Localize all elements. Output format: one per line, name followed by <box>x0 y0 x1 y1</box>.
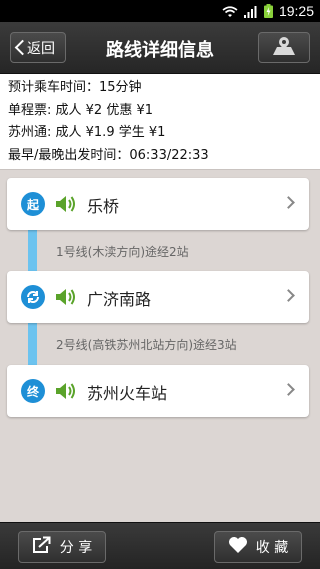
wifi-icon <box>222 4 238 18</box>
share-label: 分 享 <box>59 540 93 556</box>
stop-name: 乐桥 <box>87 197 120 216</box>
status-bar: 19:25 <box>0 0 320 22</box>
transfer-badge <box>21 285 45 309</box>
speaker-icon[interactable] <box>55 287 77 307</box>
favorite-button[interactable]: 收 藏 <box>214 531 302 563</box>
map-button[interactable] <box>258 32 310 63</box>
footer-bar: 分 享 收 藏 <box>0 522 320 569</box>
share-button[interactable]: 分 享 <box>18 531 106 563</box>
speaker-icon[interactable] <box>55 194 77 214</box>
share-icon <box>32 536 52 558</box>
battery-icon <box>263 4 273 18</box>
stop-card-end[interactable]: 终 苏州火车站 <box>7 365 309 417</box>
stop-name: 广济南路 <box>87 290 152 309</box>
single-ticket-text: 单程票: 成人 ¥2 优惠 ¥1 <box>8 102 153 118</box>
route-list: 起 乐桥 1号线(木渎方向)途经2站 广济南路 2号线(高铁苏州北站方向)途经3… <box>0 170 320 522</box>
signal-icon <box>243 4 258 18</box>
speaker-icon[interactable] <box>55 381 77 401</box>
chevron-right-icon <box>282 196 295 209</box>
route-info-panel: 预计乘车时间：15分钟 单程票: 成人 ¥2 优惠 ¥1 苏州通: 成人 ¥1.… <box>0 74 320 170</box>
stop-card-start[interactable]: 起 乐桥 <box>7 178 309 230</box>
chevron-right-icon <box>282 383 295 396</box>
suzhou-card-text: 苏州通: 成人 ¥1.9 学生 ¥1 <box>8 125 166 140</box>
heart-icon <box>228 536 248 558</box>
chevron-right-icon <box>282 289 295 302</box>
end-badge: 终 <box>21 379 45 403</box>
departure-time-text: 最早/最晚出发时间：06:33/22:33 <box>8 147 209 163</box>
stop-card-transfer[interactable]: 广济南路 <box>7 271 309 323</box>
segment-info: 2号线(高铁苏州北站方向)途经3站 <box>56 338 237 352</box>
status-time: 19:25 <box>278 3 314 19</box>
map-pin-icon <box>271 35 297 61</box>
header-bar: 返回 路线详细信息 <box>0 22 320 74</box>
segment-info: 1号线(木渎方向)途经2站 <box>56 245 189 259</box>
travel-time-text: 预计乘车时间：15分钟 <box>8 80 142 95</box>
stop-name: 苏州火车站 <box>87 384 168 403</box>
favorite-label: 收 藏 <box>255 540 289 556</box>
start-badge: 起 <box>21 192 45 216</box>
